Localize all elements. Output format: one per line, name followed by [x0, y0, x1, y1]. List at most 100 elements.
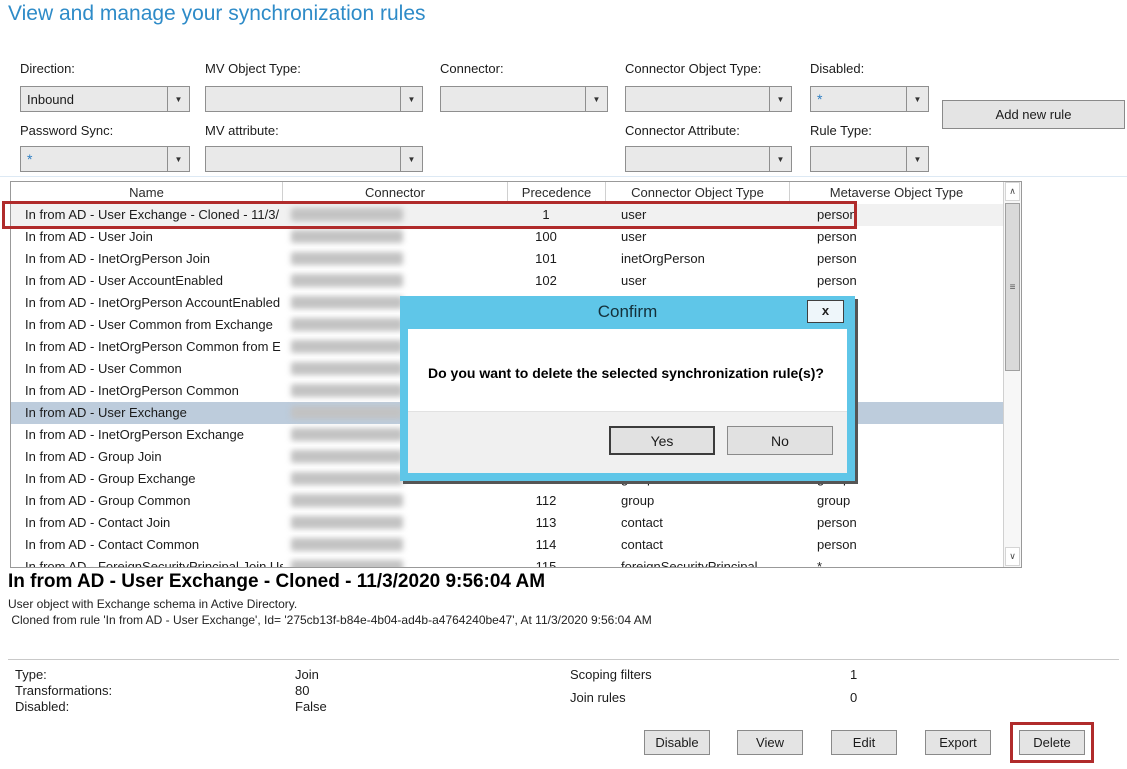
cell-mot: person	[790, 204, 1003, 226]
connector-object-type-dropdown[interactable]: ▼	[625, 86, 792, 112]
disable-button[interactable]: Disable	[644, 730, 710, 755]
prop-label-transformations: Transformations:	[15, 683, 112, 698]
chevron-down-icon[interactable]: ▼	[400, 147, 422, 171]
table-header: Name Connector Precedence Connector Obje…	[11, 182, 1021, 205]
table-row[interactable]: In from AD - User AccountEnabled102userp…	[11, 270, 1003, 292]
redacted-connector-value	[291, 274, 403, 287]
table-row[interactable]: In from AD - Contact Join113contactperso…	[11, 512, 1003, 534]
table-row[interactable]: In from AD - ForeignSecurityPrincipal Jo…	[11, 556, 1003, 567]
chevron-down-icon[interactable]: ▼	[906, 147, 928, 171]
redacted-connector-value	[291, 472, 403, 485]
cell-connector	[283, 270, 508, 292]
filter-label-disabled: Disabled:	[810, 61, 864, 76]
redacted-connector-value	[291, 208, 403, 221]
export-button[interactable]: Export	[925, 730, 991, 755]
mv-attribute-dropdown[interactable]: ▼	[205, 146, 423, 172]
column-header-name[interactable]: Name	[11, 182, 283, 204]
edit-button[interactable]: Edit	[831, 730, 897, 755]
cell-precedence: 112	[508, 490, 606, 512]
chevron-down-icon[interactable]: ▼	[769, 87, 791, 111]
filter-label-mv-attribute: MV attribute:	[205, 123, 279, 138]
cell-name: In from AD - ForeignSecurityPrincipal Jo…	[11, 556, 283, 567]
view-button[interactable]: View	[737, 730, 803, 755]
add-new-rule-button[interactable]: Add new rule	[942, 100, 1125, 129]
redacted-connector-value	[291, 450, 403, 463]
redacted-connector-value	[291, 384, 403, 397]
detail-section-divider	[8, 659, 1119, 660]
direction-dropdown[interactable]: Inbound ▼	[20, 86, 190, 112]
prop-value-transformations: 80	[295, 683, 309, 698]
cell-mot: person	[790, 512, 1003, 534]
cell-precedence: 1	[508, 204, 606, 226]
redacted-connector-value	[291, 340, 403, 353]
cell-name: In from AD - Contact Common	[11, 534, 283, 556]
cell-name: In from AD - User Exchange - Cloned - 11…	[11, 204, 283, 226]
cell-mot: *	[790, 556, 1003, 567]
filter-label-password-sync: Password Sync:	[20, 123, 113, 138]
cell-connector	[283, 534, 508, 556]
redacted-connector-value	[291, 230, 403, 243]
cell-name: In from AD - InetOrgPerson AccountEnable…	[11, 292, 283, 314]
cell-name: In from AD - InetOrgPerson Join	[11, 248, 283, 270]
chevron-down-icon[interactable]: ▼	[167, 87, 189, 111]
table-row[interactable]: In from AD - InetOrgPerson Join101inetOr…	[11, 248, 1003, 270]
redacted-connector-value	[291, 406, 403, 419]
filter-label-connector: Connector:	[440, 61, 504, 76]
delete-button[interactable]: Delete	[1019, 730, 1085, 755]
column-header-connector[interactable]: Connector	[283, 182, 508, 204]
chevron-down-icon[interactable]: ▼	[400, 87, 422, 111]
password-sync-dropdown[interactable]: * ▼	[20, 146, 190, 172]
column-header-connector-object-type[interactable]: Connector Object Type	[606, 182, 790, 204]
table-row[interactable]: In from AD - User Join100userperson	[11, 226, 1003, 248]
rule-description: User object with Exchange schema in Acti…	[8, 597, 297, 611]
close-icon[interactable]: x	[807, 300, 844, 323]
redacted-connector-value	[291, 428, 403, 441]
table-row[interactable]: In from AD - Contact Common114contactper…	[11, 534, 1003, 556]
filter-label-rule-type: Rule Type:	[810, 123, 872, 138]
cell-mot: person	[790, 270, 1003, 292]
cell-name: In from AD - Group Common	[11, 490, 283, 512]
page-title: View and manage your synchronization rul…	[8, 2, 426, 26]
direction-value: Inbound	[21, 92, 167, 107]
prop-value-scoping-filters: 1	[850, 667, 857, 682]
redacted-connector-value	[291, 362, 403, 375]
scrollbar-thumb[interactable]: ≡	[1005, 203, 1020, 371]
column-header-precedence[interactable]: Precedence	[508, 182, 606, 204]
table-row[interactable]: In from AD - Group Common112groupgroup	[11, 490, 1003, 512]
connector-dropdown[interactable]: ▼	[440, 86, 608, 112]
cell-cot: inetOrgPerson	[606, 248, 790, 270]
chevron-down-icon[interactable]: ▼	[906, 87, 928, 111]
confirm-dialog: Confirm x Do you want to delete the sele…	[400, 296, 855, 481]
cell-name: In from AD - Contact Join	[11, 512, 283, 534]
scroll-up-icon[interactable]: ∧	[1005, 182, 1020, 201]
dialog-title: Confirm	[400, 296, 855, 329]
disabled-dropdown[interactable]: * ▼	[810, 86, 929, 112]
cell-precedence: 100	[508, 226, 606, 248]
scroll-down-icon[interactable]: ∨	[1005, 547, 1020, 566]
rule-type-dropdown[interactable]: ▼	[810, 146, 929, 172]
cell-cot: user	[606, 204, 790, 226]
cell-name: In from AD - User Common	[11, 358, 283, 380]
table-row[interactable]: In from AD - User Exchange - Cloned - 11…	[11, 204, 1003, 226]
yes-button[interactable]: Yes	[609, 426, 715, 455]
connector-attribute-dropdown[interactable]: ▼	[625, 146, 792, 172]
cell-precedence: 115	[508, 556, 606, 567]
cell-cot: group	[606, 490, 790, 512]
chevron-down-icon[interactable]: ▼	[769, 147, 791, 171]
cell-cot: user	[606, 226, 790, 248]
cell-name: In from AD - User Common from Exchange	[11, 314, 283, 336]
no-button[interactable]: No	[727, 426, 833, 455]
mv-object-type-dropdown[interactable]: ▼	[205, 86, 423, 112]
cell-connector	[283, 226, 508, 248]
column-header-metaverse-object-type[interactable]: Metaverse Object Type	[790, 182, 1003, 204]
vertical-scrollbar[interactable]: ∧ ≡ ∨	[1003, 182, 1021, 567]
disabled-value: *	[811, 91, 906, 107]
cell-mot: person	[790, 226, 1003, 248]
chevron-down-icon[interactable]: ▼	[585, 87, 607, 111]
chevron-down-icon[interactable]: ▼	[167, 147, 189, 171]
prop-value-type: Join	[295, 667, 319, 682]
redacted-connector-value	[291, 494, 403, 507]
cell-mot: person	[790, 248, 1003, 270]
rule-detail-heading: In from AD - User Exchange - Cloned - 11…	[8, 571, 545, 593]
cell-connector	[283, 204, 508, 226]
